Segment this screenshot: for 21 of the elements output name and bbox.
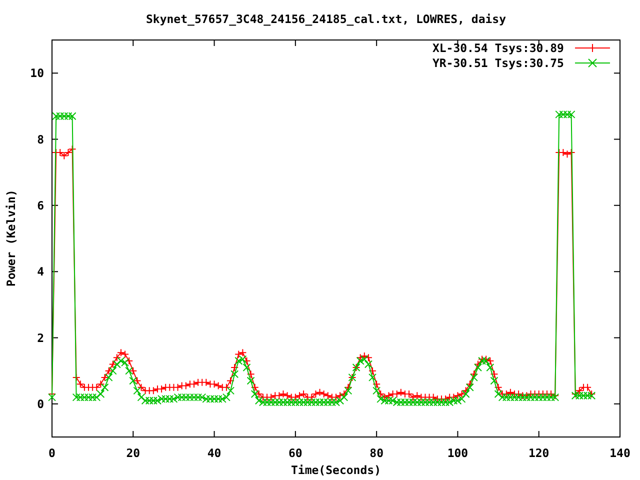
tick-label: 60 [288,446,302,460]
legend-line-icon [574,44,610,52]
tick-label: 6 [37,198,44,212]
chart-title: Skynet_57657_3C48_24156_24185_cal.txt, LOWRES, daisy [146,12,506,26]
legend-label: YR-30.51 Tsys:30.75 [432,56,564,70]
tick-label: 0 [37,396,44,411]
tick-label: 20 [126,446,140,460]
tick-label: 140 [610,446,630,460]
x-axis-label: Time(Seconds) [291,463,381,477]
tick-label: 4 [37,264,44,279]
tick-label: 120 [528,446,550,460]
tick-label: 100 [447,446,468,460]
y-axis-label: Power (Kelvin) [4,190,18,286]
tick-label: 80 [370,446,384,460]
legend-line-icon [574,58,610,68]
tick-label: 2 [37,330,44,345]
tick-label: 40 [207,446,222,460]
tick-label: 8 [37,132,44,146]
legend-label: XL-30.54 Tsys:30.89 [432,41,564,55]
tick-label: 0 [48,446,56,460]
tick-label: 10 [30,66,44,80]
